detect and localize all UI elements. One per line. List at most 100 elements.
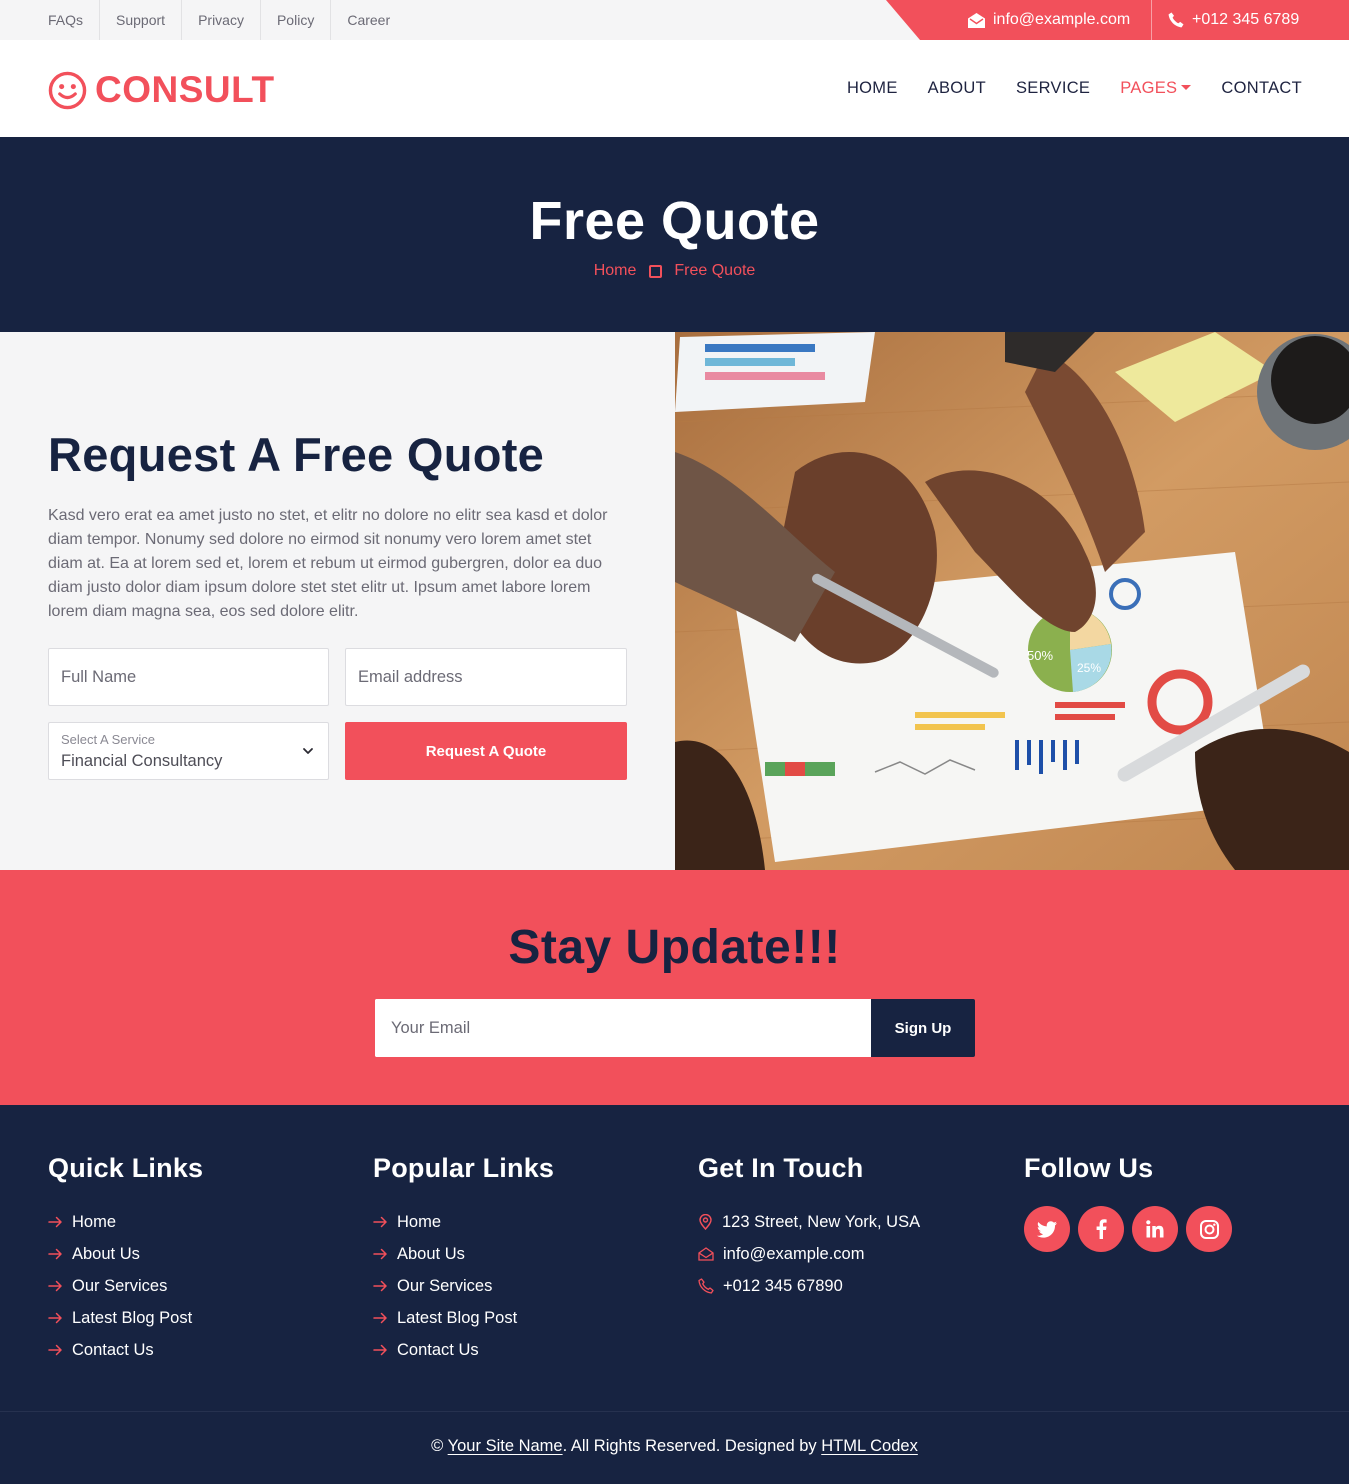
footer-quick-link-label: Our Services xyxy=(72,1276,168,1295)
service-select[interactable]: Select A Service Financial Consultancy xyxy=(48,722,329,780)
footer-quick-link-label: Contact Us xyxy=(72,1340,154,1359)
arrow-right-icon xyxy=(373,1216,387,1228)
topbar-link-faqs[interactable]: FAQs xyxy=(48,0,101,40)
footer-quick-links-title: Quick Links xyxy=(48,1153,204,1183)
footer-quick-links: Quick Links Home About Us Our Services L… xyxy=(48,1153,203,1366)
footer-popular-link[interactable]: About Us xyxy=(373,1238,554,1270)
footer-popular-link[interactable]: Our Services xyxy=(373,1270,554,1302)
brand-name: CONSULT xyxy=(95,69,275,110)
footer-popular-link[interactable]: Home xyxy=(373,1206,554,1238)
breadcrumb-home[interactable]: Home xyxy=(594,262,637,280)
topbar: FAQs Support Privacy Policy Career info@… xyxy=(0,0,1349,40)
footer-quick-link[interactable]: Contact Us xyxy=(48,1334,203,1366)
quote-section: Request A Free Quote Kasd vero erat ea a… xyxy=(0,332,675,870)
footer-phone[interactable]: +012 345 67890 xyxy=(698,1270,920,1302)
phone-icon xyxy=(698,1278,714,1294)
footer-popular-link[interactable]: Contact Us xyxy=(373,1334,554,1366)
facebook-button[interactable] xyxy=(1078,1206,1124,1252)
main-nav: HOME ABOUT SERVICE PAGES CONTACT xyxy=(817,40,1302,137)
arrow-right-icon xyxy=(48,1312,62,1324)
footer-quick-link[interactable]: Our Services xyxy=(48,1270,203,1302)
phone-icon xyxy=(1168,12,1184,28)
envelope-icon xyxy=(698,1247,714,1261)
linkedin-button[interactable] xyxy=(1132,1206,1178,1252)
social-links xyxy=(1024,1206,1240,1252)
chart-label-50: 50% xyxy=(1027,648,1053,663)
footer-popular-links: Popular Links Home About Us Our Services… xyxy=(373,1153,554,1366)
page-header: Free Quote Home Free Quote xyxy=(0,137,1349,332)
footer-follow: Follow Us xyxy=(1024,1153,1240,1252)
footer-address-text: 123 Street, New York, USA xyxy=(722,1212,921,1231)
newsletter-title: Stay Update!!! xyxy=(508,921,841,974)
topbar-link-privacy[interactable]: Privacy xyxy=(182,0,261,40)
footer-quick-link[interactable]: Latest Blog Post xyxy=(48,1302,203,1334)
topbar-email-text: info@example.com xyxy=(993,11,1131,28)
quote-description: Kasd vero erat ea amet justo no stet, et… xyxy=(48,507,608,620)
email-field xyxy=(345,648,627,706)
breadcrumb-separator-icon xyxy=(649,264,663,278)
twitter-button[interactable] xyxy=(1024,1206,1070,1252)
arrow-right-icon xyxy=(48,1216,62,1228)
service-select-value: Financial Consultancy xyxy=(61,752,223,770)
page-title: Free Quote xyxy=(529,191,820,251)
envelope-open-icon xyxy=(968,12,985,28)
topbar-contact: info@example.com +012 345 6789 xyxy=(886,0,1349,40)
copyright-text: . All Rights Reserved. Designed by xyxy=(562,1437,817,1455)
breadcrumb-current: Free Quote xyxy=(674,262,756,279)
caret-down-icon xyxy=(1181,85,1192,90)
breadcrumb: Home Free Quote xyxy=(0,262,1349,280)
footer-divider xyxy=(0,1411,1349,1412)
footer-quick-link[interactable]: Home xyxy=(48,1206,203,1238)
email-input[interactable] xyxy=(346,649,626,705)
footer-popular-link[interactable]: Latest Blog Post xyxy=(373,1302,554,1334)
designer-link[interactable]: HTML Codex xyxy=(821,1437,918,1455)
twitter-icon xyxy=(1037,1220,1057,1238)
topbar-link-support[interactable]: Support xyxy=(100,0,183,40)
footer-quick-link-label: Home xyxy=(72,1212,117,1231)
full-name-field xyxy=(48,648,329,706)
topbar-phone[interactable]: +012 345 6789 xyxy=(1168,0,1299,40)
quote-title: Request A Free Quote xyxy=(48,428,545,481)
topbar-email[interactable]: info@example.com xyxy=(968,0,1130,40)
arrow-right-icon xyxy=(373,1312,387,1324)
copyright: © Your Site Name. All Rights Reserved. D… xyxy=(0,1437,1349,1456)
nav-about[interactable]: ABOUT xyxy=(928,79,986,98)
footer-follow-title: Follow Us xyxy=(1024,1153,1154,1183)
topbar-links: FAQs Support Privacy Policy Career xyxy=(48,0,406,40)
nav-service[interactable]: SERVICE xyxy=(1016,79,1090,98)
arrow-right-icon xyxy=(48,1248,62,1260)
meeting-photo: 50% 25% xyxy=(675,332,1349,870)
topbar-divider xyxy=(1151,0,1152,40)
linkedin-icon xyxy=(1146,1220,1164,1238)
topbar-link-policy[interactable]: Policy xyxy=(261,0,332,40)
topbar-link-career[interactable]: Career xyxy=(331,0,406,40)
request-quote-button[interactable]: Request A Quote xyxy=(345,722,627,780)
footer-popular-links-title: Popular Links xyxy=(373,1153,555,1183)
full-name-input[interactable] xyxy=(49,649,328,705)
footer-phone-text: +012 345 67890 xyxy=(723,1276,843,1295)
nav-pages-dropdown[interactable]: PAGES xyxy=(1120,79,1192,98)
footer-quick-link-label: About Us xyxy=(72,1244,140,1263)
instagram-icon xyxy=(1199,1219,1219,1239)
footer-quick-link[interactable]: About Us xyxy=(48,1238,203,1270)
footer-contact: Get In Touch 123 Street, New York, USA i… xyxy=(698,1153,920,1302)
newsletter-email-input[interactable] xyxy=(375,999,871,1057)
navbar: CONSULT HOME ABOUT SERVICE PAGES CONTACT xyxy=(0,40,1349,137)
footer-email[interactable]: info@example.com xyxy=(698,1238,920,1270)
footer-popular-link-label: Contact Us xyxy=(397,1340,479,1359)
brand-logo[interactable]: CONSULT xyxy=(48,69,275,111)
site-name-link[interactable]: Your Site Name xyxy=(448,1437,563,1455)
nav-home[interactable]: HOME xyxy=(847,79,898,98)
newsletter-form: Sign Up xyxy=(375,999,975,1057)
instagram-button[interactable] xyxy=(1186,1206,1232,1252)
newsletter-email-field xyxy=(375,999,871,1057)
nav-contact[interactable]: CONTACT xyxy=(1221,79,1302,98)
footer-quick-link-label: Latest Blog Post xyxy=(72,1308,193,1327)
arrow-right-icon xyxy=(373,1248,387,1260)
copyright-symbol: © xyxy=(431,1437,444,1455)
footer-email-text: info@example.com xyxy=(723,1244,865,1263)
arrow-right-icon xyxy=(373,1344,387,1356)
footer-popular-link-label: Home xyxy=(397,1212,442,1231)
sign-up-button[interactable]: Sign Up xyxy=(871,999,975,1057)
arrow-right-icon xyxy=(373,1280,387,1292)
